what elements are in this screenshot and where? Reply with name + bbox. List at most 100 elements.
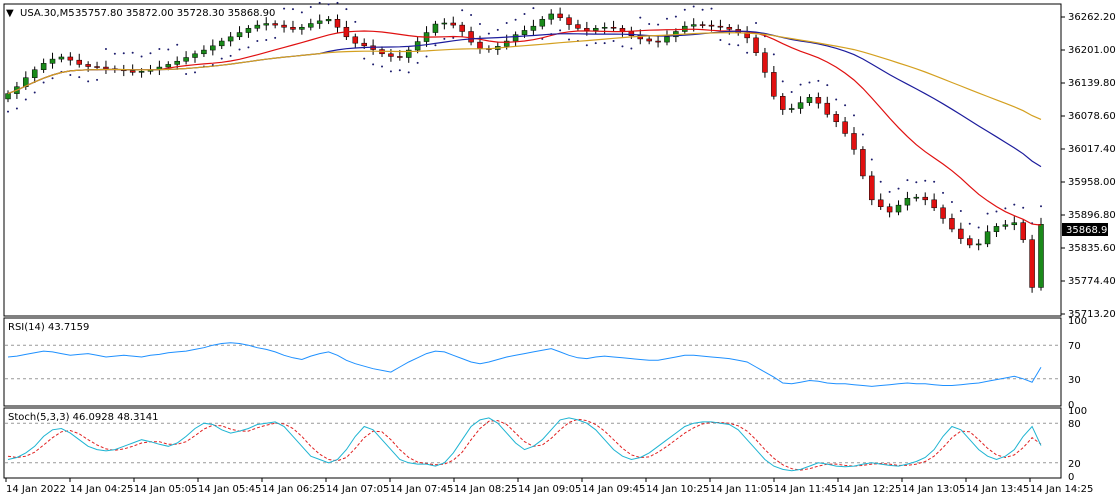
rsi-pane[interactable] <box>3 317 1062 407</box>
sar-dot <box>683 8 686 11</box>
time-tick-label: 14 Jan 10:25 <box>646 484 709 495</box>
sar-dot <box>674 15 677 18</box>
rsi-tick-label: 100 <box>1068 316 1087 327</box>
sar-dot <box>514 18 517 21</box>
sar-dot <box>977 226 980 229</box>
candle-body <box>459 24 465 32</box>
candle-body <box>210 45 216 51</box>
sar-dot <box>817 79 820 82</box>
candle-body <box>860 149 866 177</box>
candle-body <box>1011 222 1018 226</box>
sar-dot <box>657 23 660 26</box>
candle-body <box>397 56 403 58</box>
sar-dot <box>995 210 998 213</box>
sar-dot <box>478 23 481 26</box>
candle-body <box>40 63 47 70</box>
candle-body <box>129 70 136 73</box>
candle-body <box>699 24 706 26</box>
candle-body <box>477 41 483 49</box>
sar-dot <box>959 209 962 212</box>
sar-dot <box>692 5 695 8</box>
candle-body <box>886 206 893 213</box>
stoch-pane[interactable] <box>3 407 1062 479</box>
candle-body <box>717 25 724 28</box>
candle-body <box>174 60 180 65</box>
sar-dot <box>861 133 864 136</box>
sar-dot <box>42 81 45 84</box>
sar-dot <box>381 65 384 68</box>
sar-dot <box>968 222 971 225</box>
chart-menu-arrow-icon[interactable]: ▼ <box>6 8 14 19</box>
sar-dot <box>87 80 90 83</box>
sar-dot <box>247 46 250 49</box>
sar-dot <box>140 55 143 58</box>
sar-dot <box>220 57 223 60</box>
candle-body <box>1029 239 1035 288</box>
sar-dot <box>1004 207 1007 210</box>
sar-dot <box>897 187 900 190</box>
candle-body <box>788 108 795 110</box>
sar-dot <box>710 7 713 10</box>
candle-body <box>566 17 572 25</box>
sar-dot <box>416 61 419 64</box>
rsi-tick-label: 30 <box>1068 375 1081 386</box>
sar-dot <box>176 43 179 46</box>
sar-dot <box>327 3 330 6</box>
candle-body <box>308 23 314 28</box>
candle-body <box>708 24 715 27</box>
sar-dot <box>229 54 232 57</box>
candle-body <box>281 24 287 28</box>
sar-dot <box>104 48 107 51</box>
sar-dot <box>15 107 18 110</box>
sar-dot <box>345 8 348 11</box>
candle-body <box>539 19 546 27</box>
candle-body <box>655 40 661 43</box>
candle-body <box>218 40 225 47</box>
sar-dot <box>728 43 731 46</box>
sar-dot <box>407 71 410 74</box>
candle-body <box>441 22 448 25</box>
candle-body <box>192 53 198 58</box>
candle-body <box>58 56 65 60</box>
sar-dot <box>265 38 268 41</box>
candle-body <box>967 238 973 246</box>
sar-dot <box>238 48 241 51</box>
sar-dot <box>158 48 161 51</box>
candle-body <box>575 24 581 29</box>
sar-dot <box>808 81 811 84</box>
sar-dot <box>122 52 125 55</box>
sar-dot <box>256 40 259 43</box>
sar-dot <box>309 6 312 9</box>
candle-body <box>468 31 474 43</box>
price-tick-label: 35896.80 <box>1068 210 1116 221</box>
sar-dot <box>496 28 499 31</box>
sar-dot <box>639 16 642 19</box>
stoch-tick-label: 80 <box>1068 419 1081 430</box>
sar-dot <box>1022 206 1025 209</box>
candle-body <box>922 196 928 201</box>
stoch-label: Stoch(5,3,3) 46.0928 48.3141 <box>8 412 159 423</box>
sar-dot <box>603 42 606 45</box>
sar-dot <box>621 45 624 48</box>
candle-body <box>388 53 394 57</box>
candle-body <box>913 196 920 199</box>
candle-body <box>780 96 786 110</box>
candle-body <box>984 231 991 245</box>
sar-dot <box>461 9 464 12</box>
time-tick-label: 14 Jan 13:05 <box>902 484 965 495</box>
main-pane[interactable] <box>3 3 1062 317</box>
candle-body <box>1020 222 1026 240</box>
candle-body <box>1038 224 1044 288</box>
candle-body <box>1002 224 1009 227</box>
sar-dot <box>452 36 455 39</box>
ohlc-label: 35757.80 35872.00 35728.30 35868.90 <box>75 8 275 19</box>
sar-dot <box>69 74 72 77</box>
candle-body <box>5 93 11 100</box>
candle-body <box>833 114 839 123</box>
sar-dot <box>924 179 927 182</box>
price-tick-label: 35958.00 <box>1068 177 1116 188</box>
sar-dot <box>505 21 508 24</box>
sar-dot <box>372 63 375 66</box>
candle-body <box>85 64 91 67</box>
trading-chart: 36262.20 36201.00 36139.80 36078.60 36017.40… <box>3 1 1116 495</box>
